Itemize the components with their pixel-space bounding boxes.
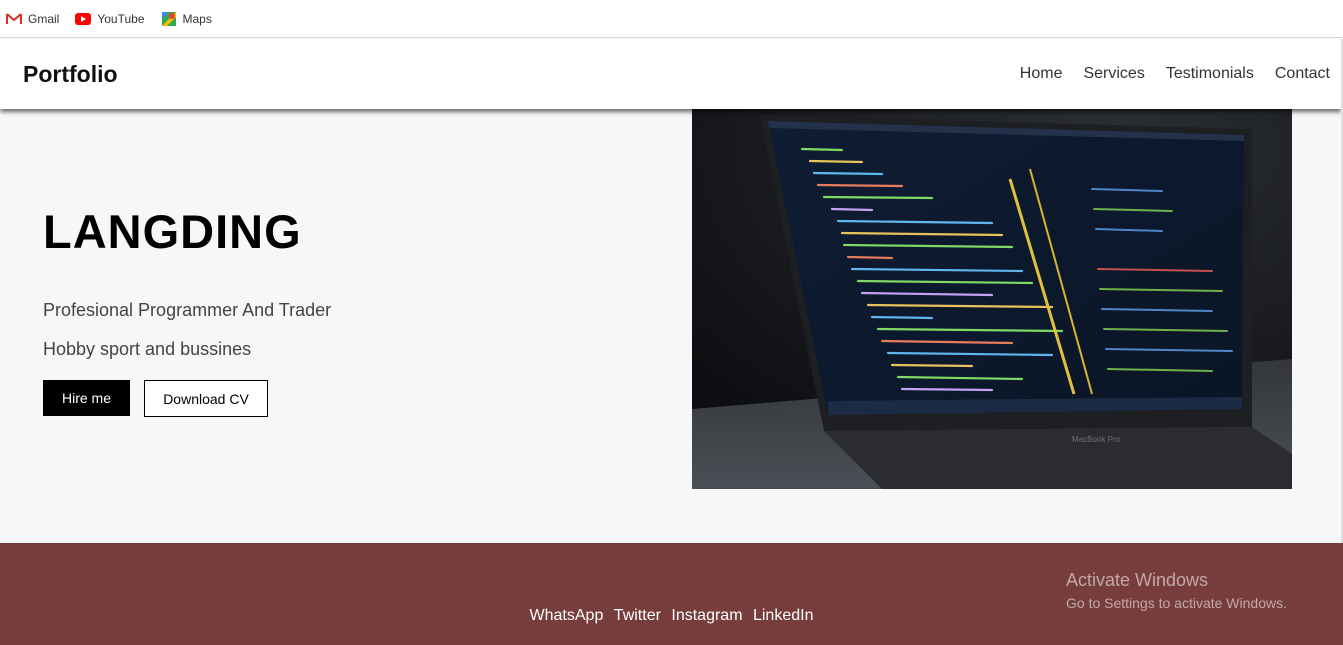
- maps-icon: [161, 11, 177, 27]
- site-footer: Activate Windows Go to Settings to activ…: [0, 543, 1343, 645]
- bookmark-youtube[interactable]: YouTube: [75, 11, 145, 26]
- hero-title: LANGDING: [43, 205, 302, 258]
- bookmarks-bar: Gmail YouTube Maps: [0, 0, 1343, 38]
- brand-logo[interactable]: Portfolio: [23, 61, 118, 88]
- nav-contact[interactable]: Contact: [1275, 65, 1330, 83]
- hero-tagline: Hobby sport and bussines: [43, 339, 252, 359]
- hero-section: LANGDING Profesional Programmer And Trad…: [0, 109, 1343, 543]
- social-links: WhatsApp Twitter Instagram LinkedIn: [0, 607, 1343, 625]
- laptop-brand-label: MacBook Pro: [1072, 435, 1121, 444]
- nav-testimonials[interactable]: Testimonials: [1166, 65, 1254, 83]
- bookmark-gmail[interactable]: Gmail: [6, 12, 59, 26]
- bookmark-label: Gmail: [28, 11, 60, 26]
- bookmark-label: YouTube: [97, 11, 145, 26]
- nav-services[interactable]: Services: [1083, 65, 1144, 83]
- bookmark-label: Maps: [182, 11, 212, 26]
- laptop-code-image: MacBook Pro: [692, 109, 1292, 489]
- footer-link-whatsapp[interactable]: WhatsApp: [530, 607, 604, 624]
- footer-link-linkedin[interactable]: LinkedIn: [753, 607, 814, 624]
- footer-link-twitter[interactable]: Twitter: [614, 607, 661, 624]
- download-cv-button[interactable]: Download CV: [144, 380, 268, 417]
- nav-links: Home Services Testimonials Contact: [1020, 65, 1330, 83]
- hero-subtitle: Profesional Programmer And Trader: [43, 300, 332, 320]
- bookmark-maps[interactable]: Maps: [161, 11, 212, 27]
- youtube-icon: [75, 12, 92, 25]
- gmail-icon: [6, 12, 22, 25]
- footer-link-instagram[interactable]: Instagram: [671, 607, 742, 624]
- hire-me-button[interactable]: Hire me: [43, 380, 130, 416]
- activate-windows-title: Activate Windows: [1066, 570, 1209, 590]
- site-navbar: Portfolio Home Services Testimonials Con…: [0, 39, 1341, 109]
- nav-home[interactable]: Home: [1020, 65, 1063, 83]
